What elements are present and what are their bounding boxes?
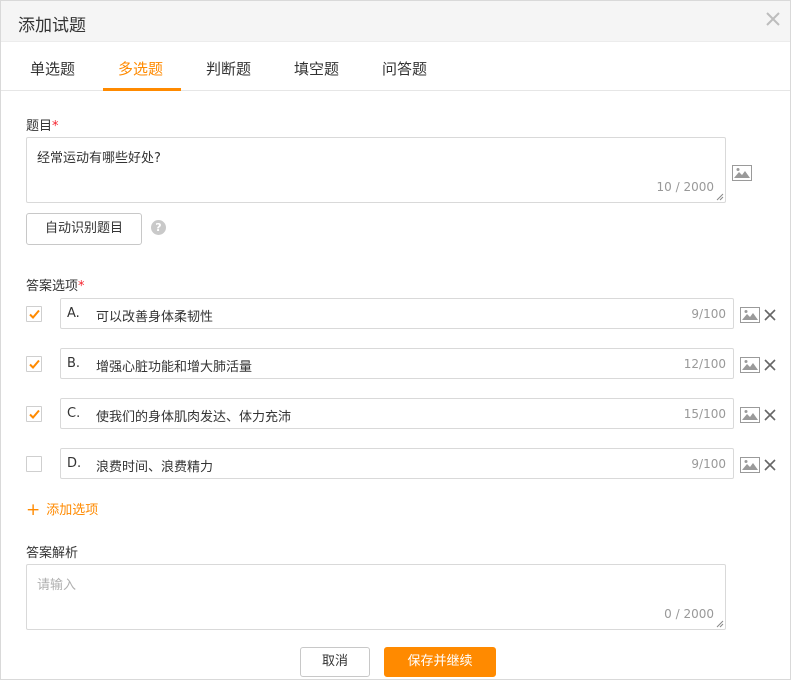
option-c-image-icon[interactable] — [740, 407, 760, 423]
option-char-counter: 9/100 — [691, 307, 726, 321]
option-char-counter: 12/100 — [683, 357, 726, 371]
close-icon[interactable] — [764, 10, 782, 28]
option-letter: C. — [67, 406, 81, 421]
question-label-text: 题目 — [26, 119, 53, 134]
option-a-image-icon[interactable] — [740, 307, 760, 323]
checkmark-icon — [29, 359, 40, 369]
analysis-textarea[interactable]: 请输入 0 / 2000 — [26, 564, 726, 630]
option-char-counter: 15/100 — [683, 407, 726, 421]
option-d-input[interactable]: D. 浪费时间、浪费精力 9/100 — [60, 448, 734, 479]
option-a-checkbox[interactable] — [26, 306, 42, 322]
analysis-char-counter: 0 / 2000 — [664, 607, 714, 621]
option-b-image-icon[interactable] — [740, 357, 760, 373]
option-d-image-icon[interactable] — [740, 457, 760, 473]
cancel-button[interactable]: 取消 — [300, 647, 370, 677]
option-letter: A. — [67, 306, 80, 321]
required-mark: * — [52, 119, 59, 134]
dialog-header: 添加试题 — [1, 1, 790, 42]
options-label: 答案选项* — [26, 275, 85, 294]
option-text: 可以改善身体柔韧性 — [96, 310, 214, 325]
option-d-checkbox[interactable] — [26, 456, 42, 472]
option-c-checkbox[interactable] — [26, 406, 42, 422]
checkmark-icon — [29, 409, 40, 419]
option-c-input[interactable]: C. 使我们的身体肌肉发达、体力充沛 15/100 — [60, 398, 734, 429]
resize-grip-icon[interactable] — [716, 620, 724, 628]
tab-multiple-choice[interactable]: 多选题 — [118, 58, 163, 79]
dialog-title: 添加试题 — [18, 16, 86, 36]
auto-detect-button[interactable]: 自动识别题目 — [26, 213, 142, 245]
resize-grip-icon[interactable] — [716, 193, 724, 201]
active-tab-indicator — [103, 88, 181, 91]
analysis-placeholder: 请输入 — [37, 578, 77, 593]
option-a-input[interactable]: A. 可以改善身体柔韧性 9/100 — [60, 298, 734, 329]
question-char-counter: 10 / 2000 — [656, 180, 714, 194]
tab-fill-blank[interactable]: 填空题 — [294, 58, 339, 79]
add-option-label: 添加选项 — [46, 503, 99, 518]
option-text: 使我们的身体肌肉发达、体力充沛 — [96, 410, 292, 425]
question-textarea[interactable]: 经常运动有哪些好处? 10 / 2000 — [26, 137, 726, 203]
option-b-checkbox[interactable] — [26, 356, 42, 372]
add-option-link[interactable]: + 添加选项 — [26, 499, 99, 520]
question-label: 题目* — [26, 115, 59, 134]
option-b-delete-icon[interactable] — [764, 359, 776, 371]
required-mark: * — [78, 279, 85, 294]
option-a-delete-icon[interactable] — [764, 309, 776, 321]
question-image-icon[interactable] — [732, 165, 752, 181]
question-text: 经常运动有哪些好处? — [37, 151, 161, 166]
option-char-counter: 9/100 — [691, 457, 726, 471]
tab-short-answer[interactable]: 问答题 — [382, 58, 427, 79]
option-text: 浪费时间、浪费精力 — [96, 460, 214, 475]
save-and-continue-button[interactable]: 保存并继续 — [384, 647, 496, 677]
option-c-delete-icon[interactable] — [764, 409, 776, 421]
option-text: 增强心脏功能和增大肺活量 — [96, 360, 253, 375]
tab-single-choice[interactable]: 单选题 — [30, 58, 75, 79]
option-letter: D. — [67, 456, 82, 471]
option-d-delete-icon[interactable] — [764, 459, 776, 471]
analysis-label: 答案解析 — [26, 546, 79, 561]
option-b-input[interactable]: B. 增强心脏功能和增大肺活量 12/100 — [60, 348, 734, 379]
question-type-tabs: 单选题 多选题 判断题 填空题 问答题 — [1, 42, 790, 91]
tab-true-false[interactable]: 判断题 — [206, 58, 251, 79]
add-question-dialog: 添加试题 单选题 多选题 判断题 填空题 问答题 题目* 经常运动有哪些好处? … — [0, 0, 791, 680]
plus-icon: + — [26, 500, 41, 520]
checkmark-icon — [29, 309, 40, 319]
options-label-text: 答案选项 — [26, 279, 79, 294]
option-letter: B. — [67, 356, 81, 371]
help-icon[interactable]: ? — [151, 220, 166, 235]
